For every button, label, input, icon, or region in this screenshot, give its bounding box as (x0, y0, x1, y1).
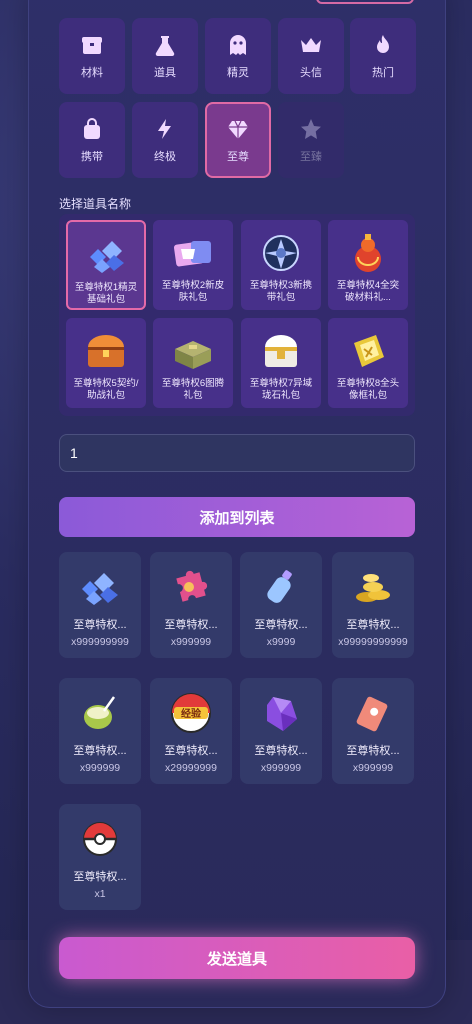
box-icon (79, 32, 105, 58)
red-gourd-icon (345, 230, 391, 276)
crown-icon (298, 32, 324, 58)
category-label: 携带 (81, 151, 103, 163)
package-name: 至尊特权5契约/助战礼包 (73, 378, 139, 401)
bag-icon (79, 116, 105, 142)
ghost-icon (225, 32, 251, 58)
dark-star-badge-icon (258, 230, 304, 276)
send-items-button[interactable]: 发送道具 (59, 937, 415, 979)
red-ticket-icon (348, 688, 398, 738)
exp-ball-icon: 经验 (166, 688, 216, 738)
item-count: x999999 (352, 762, 394, 774)
item-count: x999999 (79, 762, 121, 774)
category-hot[interactable]: 热门 (350, 18, 416, 94)
list-item[interactable]: 至尊特权... x999999999 (59, 552, 141, 658)
package-name: 至尊特权7异域珑石礼包 (249, 378, 313, 401)
item-name: 至尊特权... (254, 745, 308, 757)
pokeball-icon (75, 814, 125, 864)
top-tab-outline[interactable] (316, 0, 414, 4)
orange-chest-icon (83, 328, 129, 374)
item-count: x9999 (266, 636, 296, 648)
category-ultimate[interactable]: 终极 (132, 102, 198, 178)
fire-icon (370, 32, 396, 58)
category-label: 热门 (372, 67, 394, 79)
purple-gem-icon (256, 688, 306, 738)
item-name: 至尊特权... (254, 619, 308, 631)
blue-crystals-icon (75, 562, 125, 612)
package-item[interactable]: 至尊特权5契约/助战礼包 (66, 318, 146, 408)
add-to-list-button[interactable]: 添加到列表 (59, 497, 415, 537)
package-item[interactable]: 至尊特权7异域珑石礼包 (241, 318, 321, 408)
coconut-drink-icon (75, 688, 125, 738)
package-item[interactable]: 至尊特权4全突破材料礼... (328, 220, 408, 310)
category-carry[interactable]: 携带 (59, 102, 125, 178)
green-chest-icon (170, 328, 216, 374)
list-item[interactable]: 至尊特权... x1 (59, 804, 141, 910)
package-item[interactable]: 至尊特权1精灵基础礼包 (66, 220, 146, 310)
package-name: 至尊特权3新携带礼包 (249, 280, 313, 303)
item-section-label: 选择道具名称 (59, 197, 132, 211)
list-item[interactable]: 至尊特权... x999999 (59, 678, 141, 784)
star-icon (298, 116, 324, 142)
puzzle-piece-icon (166, 562, 216, 612)
blue-crystals-icon (83, 232, 129, 278)
package-item[interactable]: 至尊特权2新皮肤礼包 (153, 220, 233, 310)
exp-ball-label: 经验 (181, 707, 202, 720)
category-spirits[interactable]: 精灵 (205, 18, 271, 94)
item-count: x999999999 (71, 636, 129, 648)
item-name: 至尊特权... (164, 619, 218, 631)
quantity-input[interactable]: 1 (59, 434, 415, 472)
category-label: 道具 (154, 67, 176, 79)
list-item[interactable]: 至尊特权... x999999 (150, 552, 232, 658)
item-name: 至尊特权... (73, 619, 127, 631)
package-item[interactable]: 至尊特权3新携带礼包 (241, 220, 321, 310)
category-ultra[interactable]: 至臻 (278, 102, 344, 178)
item-count: x999999 (260, 762, 302, 774)
item-name: 至尊特权... (164, 745, 218, 757)
category-avatar[interactable]: 头信 (278, 18, 344, 94)
list-item[interactable]: 至尊特权... x9999 (240, 552, 322, 658)
diamond-icon (225, 116, 251, 142)
list-item[interactable]: 至尊特权... x999999 (240, 678, 322, 784)
category-label: 精灵 (227, 67, 249, 79)
item-count: x29999999 (165, 762, 217, 774)
item-name: 至尊特权... (73, 871, 127, 883)
item-name: 至尊特权... (346, 619, 400, 631)
category-supreme[interactable]: 至尊 (205, 102, 271, 178)
package-name: 至尊特权8全头像框礼包 (336, 378, 400, 401)
gold-white-chest-icon (258, 328, 304, 374)
list-item[interactable]: 至尊特权... x999999 (332, 678, 414, 784)
item-count: x999999 (170, 636, 212, 648)
package-item[interactable]: 至尊特权8全头像框礼包 (328, 318, 408, 408)
package-name: 至尊特权4全突破材料礼... (336, 280, 400, 303)
category-label: 至尊 (227, 151, 249, 163)
list-item[interactable]: 经验 至尊特权... x29999999 (150, 678, 232, 784)
item-name: 至尊特权... (73, 745, 127, 757)
item-count: x99999999999 (338, 636, 408, 648)
category-label: 至臻 (300, 151, 322, 163)
category-label: 头信 (300, 67, 322, 79)
skin-ticket-icon (170, 230, 216, 276)
flask-icon (152, 32, 178, 58)
item-name: 至尊特权... (346, 745, 400, 757)
category-props[interactable]: 道具 (132, 18, 198, 94)
bolt-icon (152, 116, 178, 142)
gold-coins-icon (348, 562, 398, 612)
package-name: 至尊特权2新皮肤礼包 (161, 280, 225, 303)
package-name: 至尊特权1精灵基础礼包 (74, 282, 138, 305)
item-count: x1 (94, 888, 106, 900)
package-item[interactable]: 至尊特权6图腾礼包 (153, 318, 233, 408)
potion-bottle-icon (256, 562, 306, 612)
category-label: 材料 (81, 67, 103, 79)
package-name: 至尊特权6图腾礼包 (161, 378, 225, 401)
gold-frame-icon (345, 328, 391, 374)
category-label: 终极 (154, 151, 176, 163)
list-item[interactable]: 至尊特权... x99999999999 (332, 552, 414, 658)
category-materials[interactable]: 材料 (59, 18, 125, 94)
